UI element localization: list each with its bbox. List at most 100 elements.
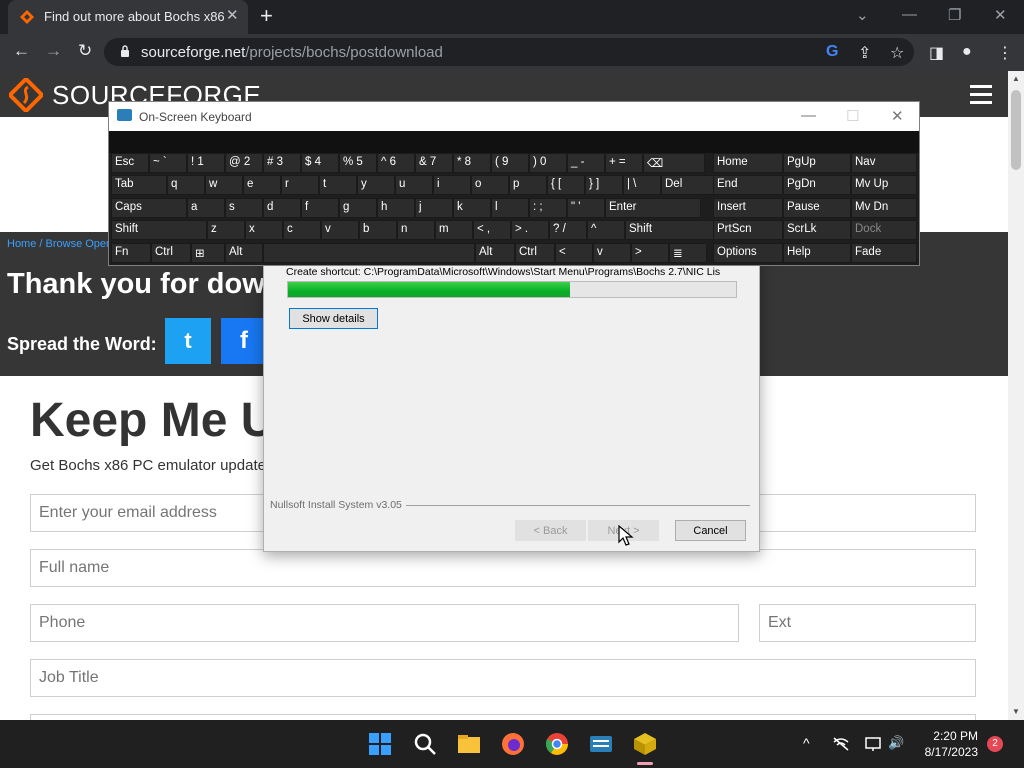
- osk-side-key[interactable]: PgUp: [783, 153, 851, 173]
- osk-key[interactable]: Esc: [111, 153, 149, 173]
- osk-key[interactable]: t: [319, 175, 357, 196]
- browser-tab[interactable]: Find out more about Bochs x86 PC ✕: [8, 0, 248, 34]
- osk-key[interactable]: k: [453, 197, 491, 218]
- osk-key[interactable]: Alt: [225, 242, 263, 263]
- osk-key[interactable]: z: [207, 220, 245, 241]
- osk-key[interactable]: ≣: [669, 242, 707, 263]
- osk-key[interactable]: d: [263, 197, 301, 218]
- twitter-share-button[interactable]: t: [165, 318, 211, 364]
- osk-key[interactable]: m: [435, 220, 473, 241]
- side-panel-icon[interactable]: ◨: [929, 43, 944, 63]
- share-icon[interactable]: ⇪: [858, 43, 871, 63]
- phone-field[interactable]: [30, 604, 739, 642]
- osk-key[interactable]: Enter: [605, 197, 701, 218]
- osk-key[interactable]: $ 4: [301, 153, 339, 173]
- osk-key[interactable]: Shift: [625, 220, 719, 241]
- osk-key[interactable]: w: [205, 175, 243, 196]
- osk-key[interactable]: >: [631, 242, 669, 263]
- osk-key[interactable]: @ 2: [225, 153, 263, 173]
- osk-key[interactable]: ~ `: [149, 153, 187, 173]
- clock-time[interactable]: 2:20 PM: [920, 729, 978, 743]
- show-details-button[interactable]: Show details: [289, 308, 378, 329]
- osk-side-key[interactable]: Fade: [851, 242, 917, 263]
- file-explorer-icon[interactable]: [455, 730, 483, 758]
- full-name-field[interactable]: [30, 549, 976, 587]
- cancel-button[interactable]: Cancel: [675, 520, 746, 541]
- osk-key[interactable]: { [: [547, 175, 585, 196]
- osk-side-key[interactable]: PgDn: [783, 175, 851, 196]
- bookmark-star-icon[interactable]: ☆: [890, 43, 904, 63]
- network-offline-icon[interactable]: [832, 736, 850, 752]
- osk-key[interactable]: Ctrl: [515, 242, 555, 263]
- osk-side-key[interactable]: Dock: [851, 220, 917, 241]
- osk-side-key[interactable]: Mv Up: [851, 175, 917, 196]
- osk-key[interactable]: r: [281, 175, 319, 196]
- reload-button[interactable]: ↻: [78, 41, 92, 61]
- chrome-icon[interactable]: [543, 730, 571, 758]
- osk-key[interactable]: # 3: [263, 153, 301, 173]
- osk-side-key[interactable]: Options: [713, 242, 783, 263]
- back-button[interactable]: ←: [13, 41, 30, 61]
- osk-side-key[interactable]: End: [713, 175, 783, 196]
- osk-key[interactable]: Fn: [111, 242, 151, 263]
- firefox-icon[interactable]: [499, 730, 527, 758]
- sourceforge-logo-icon[interactable]: [9, 78, 43, 112]
- close-window-button[interactable]: ✕: [994, 6, 1007, 24]
- osk-key[interactable]: Caps: [111, 197, 187, 218]
- osk-key[interactable]: n: [397, 220, 435, 241]
- osk-key[interactable]: ^: [587, 220, 625, 241]
- hamburger-menu-icon[interactable]: [970, 85, 992, 104]
- osk-side-key[interactable]: Insert: [713, 197, 783, 218]
- forward-button[interactable]: →: [45, 41, 62, 61]
- osk-key[interactable]: h: [377, 197, 415, 218]
- osk-key[interactable]: % 5: [339, 153, 377, 173]
- osk-minimize-button[interactable]: —: [801, 107, 816, 124]
- osk-key[interactable]: o: [471, 175, 509, 196]
- scroll-down-icon[interactable]: ▼: [1012, 707, 1020, 716]
- osk-key[interactable]: g: [339, 197, 377, 218]
- osk-key[interactable]: s: [225, 197, 263, 218]
- osk-key[interactable]: c: [283, 220, 321, 241]
- osk-key[interactable]: & 7: [415, 153, 453, 173]
- lock-icon[interactable]: [120, 45, 130, 57]
- osk-key[interactable]: < ,: [473, 220, 511, 241]
- facebook-share-button[interactable]: f: [221, 318, 267, 364]
- osk-side-key[interactable]: Nav: [851, 153, 917, 173]
- osk-side-key[interactable]: PrtScn: [713, 220, 783, 241]
- windows-start-icon[interactable]: [366, 730, 394, 758]
- new-tab-button[interactable]: +: [260, 3, 273, 29]
- osk-key[interactable]: ⊞: [191, 242, 225, 263]
- search-icon[interactable]: [411, 730, 439, 758]
- osk-key[interactable]: l: [491, 197, 529, 218]
- minimize-button[interactable]: —: [902, 6, 917, 23]
- profile-icon[interactable]: ●: [962, 43, 972, 61]
- installer-app-icon[interactable]: [631, 730, 659, 758]
- osk-key[interactable]: Shift: [111, 220, 207, 241]
- osk-key[interactable]: q: [167, 175, 205, 196]
- on-screen-keyboard-app-icon[interactable]: [587, 730, 615, 758]
- osk-key[interactable]: Tab: [111, 175, 167, 196]
- osk-key[interactable]: f: [301, 197, 339, 218]
- osk-key[interactable]: j: [415, 197, 453, 218]
- osk-side-key[interactable]: Help: [783, 242, 851, 263]
- osk-key[interactable]: _ -: [567, 153, 605, 173]
- osk-key[interactable]: p: [509, 175, 547, 196]
- volume-icon[interactable]: 🔊: [888, 735, 904, 751]
- tab-close-icon[interactable]: ✕: [226, 6, 239, 24]
- google-lens-icon[interactable]: G: [826, 43, 838, 61]
- osk-key[interactable]: v: [593, 242, 631, 263]
- osk-key[interactable]: e: [243, 175, 281, 196]
- job-title-field[interactable]: [30, 659, 976, 697]
- osk-key[interactable]: * 8: [453, 153, 491, 173]
- osk-key[interactable]: > .: [511, 220, 549, 241]
- osk-close-button[interactable]: ✕: [891, 107, 904, 125]
- osk-key[interactable]: ⌫: [643, 153, 705, 173]
- osk-key[interactable]: x: [245, 220, 283, 241]
- osk-key[interactable]: ) 0: [529, 153, 567, 173]
- osk-key[interactable]: v: [321, 220, 359, 241]
- osk-side-key[interactable]: Pause: [783, 197, 851, 218]
- url-text[interactable]: sourceforge.net/projects/bochs/postdownl…: [141, 44, 443, 61]
- osk-key[interactable]: Alt: [475, 242, 515, 263]
- maximize-button[interactable]: ❐: [948, 6, 961, 24]
- osk-key[interactable]: ? /: [549, 220, 587, 241]
